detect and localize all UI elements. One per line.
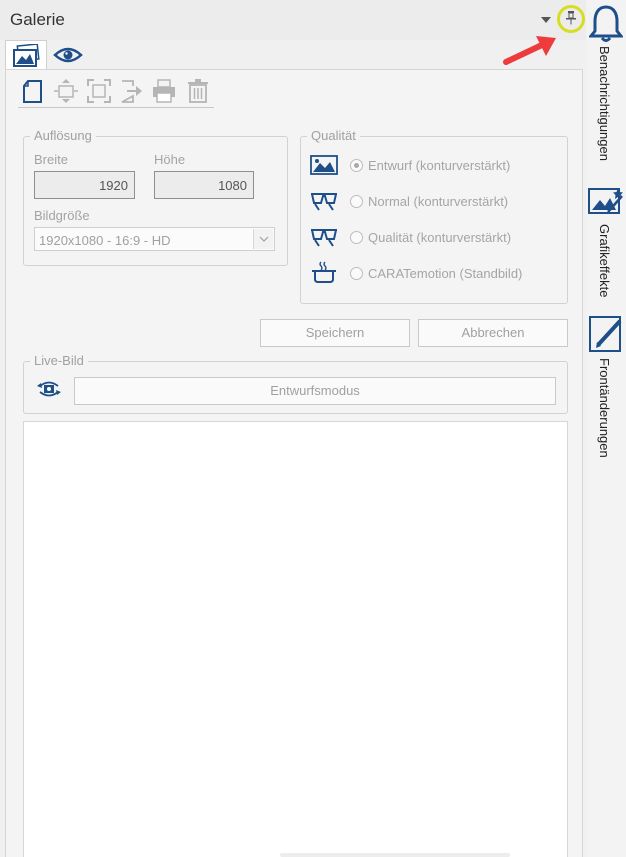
preview-canvas[interactable] xyxy=(23,421,568,857)
height-label: Höhe xyxy=(154,152,186,167)
edit-pencil-icon xyxy=(589,316,622,352)
camera-rotate-icon xyxy=(37,381,61,397)
size-select-value: 1920x1080 - 16:9 - HD xyxy=(39,233,171,248)
export-icon[interactable] xyxy=(118,78,144,104)
side-tab-font-changes[interactable]: Frontänderungen xyxy=(597,358,612,458)
select-dropdown-button[interactable] xyxy=(253,229,273,249)
live-image-group: Live-Bild Entwurfsmodus xyxy=(23,353,568,414)
live-image-legend: Live-Bild xyxy=(30,353,88,368)
draft-mode-button[interactable]: Entwurfsmodus xyxy=(74,377,556,405)
window-title: Galerie xyxy=(10,10,65,29)
side-panel: Benachrichtigungen Grafikeffekte Frontän… xyxy=(586,0,626,857)
pin-icon[interactable] xyxy=(566,11,576,25)
quality-radio-caratemotion[interactable] xyxy=(350,267,363,280)
title-bar xyxy=(0,0,586,40)
glasses-icon xyxy=(311,229,337,247)
size-label: Bildgröße xyxy=(34,208,90,223)
glasses-icon xyxy=(311,193,337,211)
cancel-button[interactable]: Abbrechen xyxy=(418,319,568,347)
annotation-arrow xyxy=(503,36,556,65)
fit-screen-icon[interactable] xyxy=(86,78,112,104)
quality-radio-normal[interactable] xyxy=(350,195,363,208)
tab-preview[interactable] xyxy=(50,42,86,68)
toolbar-divider xyxy=(18,107,214,108)
width-label: Breite xyxy=(34,152,68,167)
quality-label-quality: Qualität (konturverstärkt) xyxy=(368,230,512,245)
fit-height-icon[interactable] xyxy=(53,78,79,104)
quality-radio-draft[interactable] xyxy=(350,159,363,172)
print-icon[interactable] xyxy=(151,78,177,104)
quality-label-caratemotion: CARATemotion (Standbild) xyxy=(368,266,523,281)
scrollbar[interactable] xyxy=(280,853,510,857)
cooking-pot-icon xyxy=(312,261,336,283)
tab-gallery[interactable] xyxy=(5,40,47,70)
side-tab-notifications[interactable]: Benachrichtigungen xyxy=(597,46,612,161)
height-field[interactable]: 1080 xyxy=(154,171,254,199)
dropdown-arrow-icon[interactable] xyxy=(541,17,551,23)
quality-label-normal: Normal (konturverstärkt) xyxy=(368,194,509,209)
quality-group: Qualität Entwurf (konturverstärkt) Norma… xyxy=(300,128,568,304)
eye-icon xyxy=(53,47,83,63)
resolution-legend: Auflösung xyxy=(30,128,96,143)
chevron-down-icon xyxy=(259,236,269,242)
size-select[interactable]: 1920x1080 - 16:9 - HD xyxy=(34,227,275,251)
bell-icon xyxy=(589,5,623,42)
quality-radio-quality[interactable] xyxy=(350,231,363,244)
side-tab-graphic-effects[interactable]: Grafikeffekte xyxy=(597,224,612,297)
trash-icon[interactable] xyxy=(185,78,211,104)
resolution-group: Auflösung Breite 1920 Höhe 1080 Bildgröß… xyxy=(23,128,288,266)
quality-label-draft: Entwurf (konturverstärkt) xyxy=(368,158,511,173)
landscape-image-icon xyxy=(310,155,338,175)
gallery-image-icon xyxy=(13,44,40,67)
magic-wand-icon xyxy=(588,188,623,214)
quality-legend: Qualität xyxy=(307,128,360,143)
new-document-icon[interactable] xyxy=(20,78,46,104)
width-field[interactable]: 1920 xyxy=(34,171,135,199)
save-button[interactable]: Speichern xyxy=(260,319,410,347)
